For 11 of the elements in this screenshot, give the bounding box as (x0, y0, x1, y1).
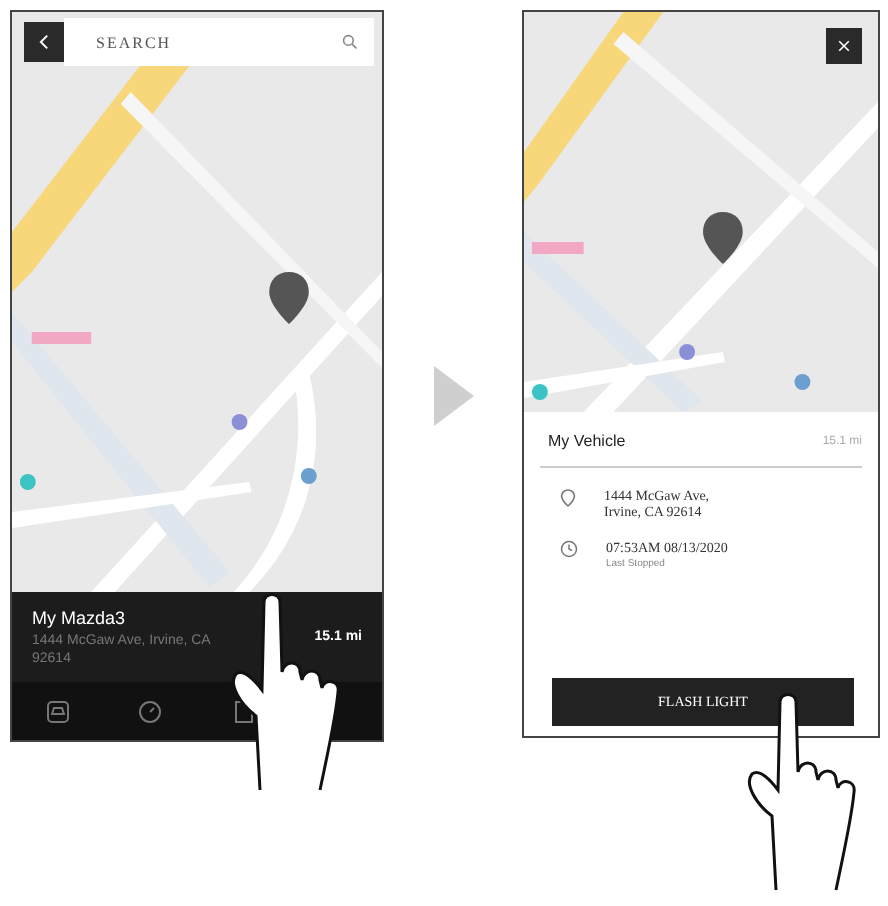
close-icon (838, 40, 850, 52)
location-pin-icon (560, 488, 576, 508)
close-button[interactable] (826, 28, 862, 64)
gauge-icon[interactable] (138, 699, 163, 723)
arrow-icon (433, 366, 473, 426)
search-icon[interactable] (342, 34, 358, 50)
back-button[interactable] (24, 22, 64, 62)
search-field[interactable]: SEARCH (64, 18, 374, 66)
vehicle-title: My Vehicle (548, 432, 626, 450)
clock-icon (560, 540, 578, 558)
vehicle-name: My Mazda3 (32, 607, 128, 627)
